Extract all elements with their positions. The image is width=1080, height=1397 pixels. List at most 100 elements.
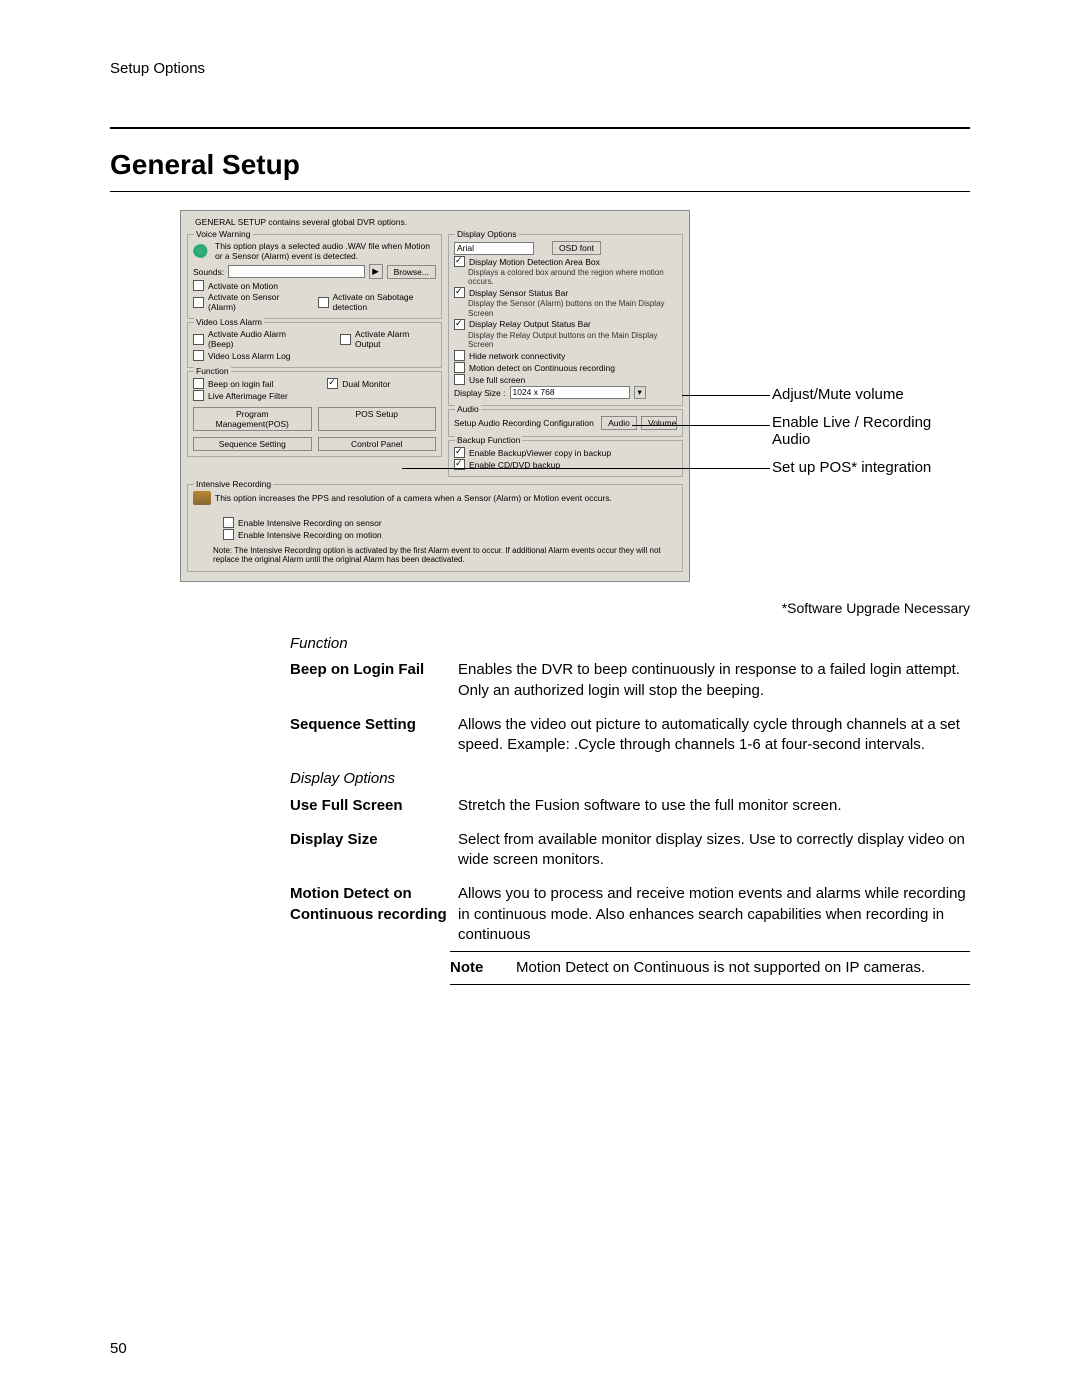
legend-video-loss: Video Loss Alarm (194, 317, 264, 327)
callout-volume: Adjust/Mute volume (772, 386, 952, 403)
cb-dual-monitor[interactable] (327, 378, 338, 389)
intensive-footnote: Note: The Intensive Recording option is … (213, 546, 677, 564)
cb-activate-sabotage[interactable] (318, 297, 329, 308)
legend-audio: Audio (455, 404, 481, 414)
cb-intensive-sensor[interactable] (223, 517, 234, 528)
btn-pos-setup[interactable]: POS Setup (318, 407, 437, 431)
def-display-size: Select from available monitor display si… (458, 830, 970, 871)
cb-backup-viewer[interactable] (454, 447, 465, 458)
software-upgrade-footnote: *Software Upgrade Necessary (110, 600, 970, 616)
cb-afterimage[interactable] (193, 390, 204, 401)
lbl-intensive-motion: Enable Intensive Recording on motion (238, 530, 382, 540)
cb-hide-net[interactable] (454, 350, 465, 361)
callout-audio: Enable Live / Recording Audio (772, 414, 952, 448)
sub-sensor-bar: Display the Sensor (Alarm) buttons on th… (468, 299, 677, 317)
section-head-function: Function (290, 634, 970, 654)
lbl-dual-monitor: Dual Monitor (342, 379, 390, 389)
lbl-video-loss-log: Video Loss Alarm Log (208, 351, 291, 361)
term-full-screen: Use Full Screen (290, 796, 458, 816)
cb-activate-sensor[interactable] (193, 297, 204, 308)
sound-icon (193, 244, 211, 258)
lbl-afterimage: Live Afterimage Filter (208, 391, 288, 401)
lbl-activate-sensor: Activate on Sensor (Alarm) (208, 292, 297, 312)
cb-intensive-motion[interactable] (223, 529, 234, 540)
def-beep-login: Enables the DVR to beep continuously in … (458, 660, 970, 701)
callout-pos: Set up POS* integration (772, 459, 952, 476)
browse-button[interactable]: Browse... (387, 265, 436, 279)
lbl-alarm-output: Activate Alarm Output (355, 329, 436, 349)
group-display-options: Display Options Arial OSD font Display M… (448, 234, 683, 406)
sounds-input[interactable] (228, 265, 364, 278)
cb-audio-beep[interactable] (193, 334, 204, 345)
btn-sequence[interactable]: Sequence Setting (193, 437, 312, 451)
desc-row: Use Full Screen Stretch the Fusion softw… (290, 796, 970, 816)
legend-function: Function (194, 366, 231, 376)
desc-row: Sequence Setting Allows the video out pi… (290, 715, 970, 756)
rule-under-title (110, 191, 970, 192)
cb-relay-bar[interactable] (454, 319, 465, 330)
lbl-intensive-sensor: Enable Intensive Recording on sensor (238, 518, 382, 528)
desc-row: Beep on Login Fail Enables the DVR to be… (290, 660, 970, 701)
lbl-hide-net: Hide network connectivity (469, 351, 565, 361)
legend-voice-warning: Voice Warning (194, 229, 253, 239)
section-head-display: Display Options (290, 769, 970, 789)
btn-osd-font[interactable]: OSD font (552, 241, 601, 255)
display-size-select[interactable]: 1024 x 768 (510, 386, 630, 399)
page-title: General Setup (110, 149, 970, 181)
note-label: Note (450, 958, 500, 978)
screenshot-panel: GENERAL SETUP contains several global DV… (180, 210, 690, 582)
audio-text: Setup Audio Recording Configuration (454, 418, 597, 428)
term-display-size: Display Size (290, 830, 458, 871)
lbl-use-full: Use full screen (469, 375, 525, 385)
screenshot-intro: GENERAL SETUP contains several global DV… (195, 217, 683, 227)
intensive-note: This option increases the PPS and resolu… (215, 493, 677, 503)
sounds-label: Sounds: (193, 267, 224, 277)
group-video-loss: Video Loss Alarm Activate Audio Alarm (B… (187, 322, 442, 368)
group-function: Function Beep on login fail Dual Monitor… (187, 371, 442, 457)
lbl-motion-cont: Motion detect on Continuous recording (469, 363, 615, 373)
rule-top (110, 127, 970, 129)
legend-display-options: Display Options (455, 229, 519, 239)
voice-warning-note: This option plays a selected audio .WAV … (215, 241, 436, 261)
sub-motion-box: Displays a colored box around the region… (468, 268, 677, 286)
group-backup: Backup Function Enable BackupViewer copy… (448, 440, 683, 477)
lbl-display-size: Display Size : (454, 388, 506, 398)
cb-sensor-bar[interactable] (454, 287, 465, 298)
note-text: Motion Detect on Continuous is not suppo… (516, 958, 925, 978)
lbl-backup-viewer: Enable BackupViewer copy in backup (469, 448, 611, 458)
legend-intensive: Intensive Recording (194, 479, 273, 489)
cb-alarm-output[interactable] (340, 334, 351, 345)
group-intensive: Intensive Recording This option increase… (187, 484, 683, 572)
btn-program-pos[interactable]: Program Management(POS) (193, 407, 312, 431)
def-full-screen: Stretch the Fusion software to use the f… (458, 796, 970, 816)
def-motion-cont: Allows you to process and receive motion… (458, 884, 970, 945)
lbl-beep-login: Beep on login fail (208, 379, 273, 389)
play-button[interactable]: ▶ (369, 264, 383, 279)
font-input[interactable]: Arial (454, 242, 534, 255)
group-audio: Audio Setup Audio Recording Configuratio… (448, 409, 683, 437)
cb-motion-box[interactable] (454, 256, 465, 267)
cb-use-full[interactable] (454, 374, 465, 385)
term-beep-login: Beep on Login Fail (290, 660, 458, 701)
cb-video-loss-log[interactable] (193, 350, 204, 361)
btn-control-panel[interactable]: Control Panel (318, 437, 437, 451)
term-motion-cont: Motion Detect on Continuous recording (290, 884, 458, 945)
page-header: Setup Options (110, 60, 970, 77)
cb-motion-cont[interactable] (454, 362, 465, 373)
lbl-sensor-bar: Display Sensor Status Bar (469, 288, 568, 298)
desc-row: Display Size Select from available monit… (290, 830, 970, 871)
cb-activate-motion[interactable] (193, 280, 204, 291)
btn-audio[interactable]: Audio (601, 416, 637, 430)
term-sequence: Sequence Setting (290, 715, 458, 756)
def-sequence: Allows the video out picture to automati… (458, 715, 970, 756)
lbl-audio-beep: Activate Audio Alarm (Beep) (208, 329, 312, 349)
btn-volume[interactable]: Volume (641, 416, 677, 430)
lbl-activate-motion: Activate on Motion (208, 281, 278, 291)
lbl-relay-bar: Display Relay Output Status Bar (469, 319, 591, 329)
note-row: Note Motion Detect on Continuous is not … (450, 951, 970, 985)
display-size-dropdown-icon[interactable]: ▾ (634, 386, 646, 399)
page-number: 50 (110, 1340, 127, 1357)
desc-row: Motion Detect on Continuous recording Al… (290, 884, 970, 945)
sub-relay-bar: Display the Relay Output buttons on the … (468, 331, 677, 349)
cb-beep-login[interactable] (193, 378, 204, 389)
